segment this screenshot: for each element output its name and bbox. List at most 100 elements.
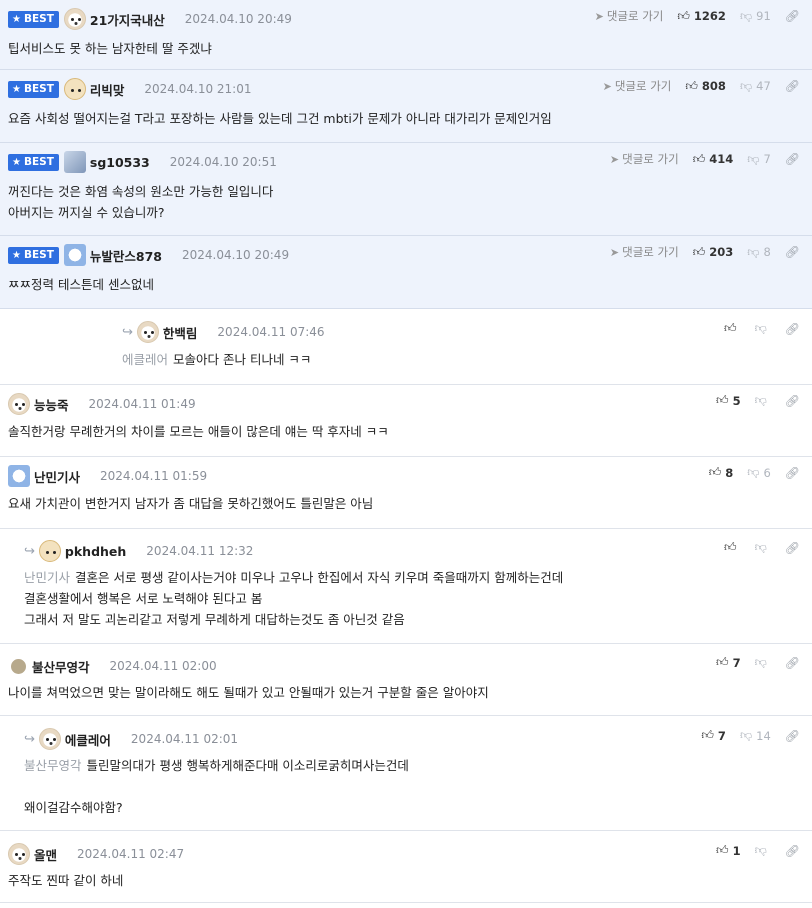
thumbs-up-icon: 👍︎	[708, 465, 722, 479]
nickname[interactable]: 올맨	[34, 845, 57, 864]
comment-actions: 👍︎ 👎︎ 🔗︎	[724, 540, 800, 555]
nickname[interactable]: 난민기사	[34, 467, 80, 486]
upvote-button[interactable]: 👍︎	[724, 321, 741, 336]
comment-body: 요즘 사회성 떨어지는걸 T라고 포장하는 사람들 있는데 그건 mbti가 문…	[8, 111, 552, 126]
comment-date: 2024.04.11 02:47	[77, 847, 185, 861]
upvote-button[interactable]: 👍︎ 203	[693, 245, 734, 260]
link-icon[interactable]: 🔗︎	[785, 394, 800, 408]
downvote-button[interactable]: 👎︎	[755, 321, 771, 336]
comment-body: 꺼진다는 것은 화염 속성의 원소만 가능한 일입니다 아버지는 꺼지실 수 있…	[8, 184, 274, 220]
upvote-button[interactable]: 👍︎ 1	[716, 843, 741, 858]
link-icon[interactable]: 🔗︎	[785, 245, 800, 259]
link-icon[interactable]: 🔗︎	[785, 322, 800, 336]
thumbs-down-icon: 👎︎	[739, 78, 753, 93]
thumbs-up-icon: 👍︎	[677, 8, 690, 23]
comment-item: ↪ pkhdheh 2024.04.11 12:32 난민기사 결혼은 서로 평생…	[0, 529, 812, 644]
upvote-button[interactable]: 👍︎ 7	[701, 728, 726, 743]
thumbs-up-icon: 👍︎	[685, 78, 698, 93]
go-to-reply-link[interactable]: ➤ 댓글로 가기	[610, 244, 679, 260]
avatar[interactable]	[38, 540, 61, 562]
upvote-button[interactable]: 👍︎ 5	[716, 393, 741, 408]
thumbs-down-icon: 👎︎	[739, 728, 753, 742]
comment-body: 에클레어 모솔아다 존나 티나네 ㅋㅋ	[122, 352, 312, 367]
upvote-button[interactable]: 👍︎ 414	[693, 152, 734, 167]
star-icon: ★	[12, 83, 21, 95]
nickname[interactable]: pkhdheh	[65, 544, 126, 559]
downvote-button[interactable]: 👎︎ 6	[747, 465, 771, 480]
downvote-button[interactable]: 👎︎	[755, 393, 771, 408]
downvote-button[interactable]: 👎︎ 8	[747, 245, 771, 260]
avatar[interactable]	[63, 78, 86, 100]
link-icon[interactable]: 🔗︎	[785, 466, 800, 480]
upvote-button[interactable]: 👍︎ 808	[685, 79, 726, 94]
downvote-button[interactable]: 👎︎ 47	[740, 79, 771, 94]
best-badge: ★ BEST	[8, 153, 59, 171]
thumbs-down-icon: 👎︎	[754, 393, 767, 407]
nickname[interactable]: 뉴발란스878	[90, 246, 162, 265]
thumbs-up-icon: 👍︎	[701, 728, 714, 742]
nickname[interactable]: 에클레어	[65, 730, 111, 749]
avatar[interactable]	[136, 321, 159, 343]
comment-item: 올맨 2024.04.11 02:47 주작도 찐따 같이 하네 👍︎ 1 👎︎ …	[0, 831, 812, 903]
mention-tag[interactable]: 에클레어	[122, 352, 168, 367]
downvote-button[interactable]: 👎︎	[755, 655, 771, 670]
mention-tag[interactable]: 불산무영각	[24, 758, 82, 773]
link-icon[interactable]: 🔗︎	[785, 729, 800, 743]
nickname[interactable]: 리빅맞	[90, 80, 125, 99]
downvote-button[interactable]: 👎︎ 14	[740, 728, 771, 743]
avatar[interactable]	[38, 728, 61, 750]
avatar[interactable]	[8, 465, 30, 487]
comment-date: 2024.04.10 20:49	[181, 248, 290, 262]
comment-item: ★ BEST sg10533 2024.04.10 20:51 꺼진다는 것은 화…	[0, 143, 812, 236]
nickname[interactable]: 한백림	[163, 323, 198, 342]
nickname[interactable]: 불산무영각	[32, 657, 90, 676]
avatar[interactable]	[11, 658, 26, 674]
reply-arrow-icon: ↪	[24, 731, 35, 747]
downvote-button[interactable]: 👎︎ 91	[740, 9, 771, 24]
link-icon[interactable]: 🔗︎	[785, 79, 800, 93]
nickname[interactable]: sg10533	[90, 155, 150, 170]
comment-actions: ➤ 댓글로 가기 👍︎ 414 👎︎ 7 🔗︎	[610, 151, 800, 167]
thumbs-up-icon: 👍︎	[724, 540, 737, 554]
avatar[interactable]	[63, 8, 86, 30]
comment-actions: 👍︎ 👎︎ 🔗︎	[724, 321, 800, 336]
link-icon[interactable]: 🔗︎	[785, 152, 800, 166]
thumbs-down-icon: 👎︎	[754, 655, 767, 669]
comment-date: 2024.04.10 21:01	[144, 82, 252, 96]
link-icon[interactable]: 🔗︎	[785, 844, 800, 858]
link-icon[interactable]: 🔗︎	[785, 541, 800, 555]
upvote-button[interactable]: 👍︎ 7	[716, 655, 741, 670]
link-icon[interactable]: 🔗︎	[785, 9, 800, 23]
link-icon[interactable]: 🔗︎	[785, 656, 800, 670]
thumbs-up-icon: 👍︎	[716, 843, 729, 857]
avatar[interactable]	[8, 393, 30, 415]
comment-body: 나이를 쳐먹었으면 맞는 말이라해도 해도 될때가 있고 안될때가 있는거 구분…	[8, 685, 489, 700]
go-to-reply-link[interactable]: ➤ 댓글로 가기	[603, 78, 672, 94]
best-badge: ★ BEST	[8, 246, 59, 264]
mention-tag[interactable]: 난민기사	[24, 570, 70, 585]
upvote-button[interactable]: 👍︎	[724, 540, 741, 555]
upvote-button[interactable]: 👍︎ 8	[709, 465, 734, 480]
comment-actions: 👍︎ 7 👎︎ 14 🔗︎	[701, 728, 800, 743]
thumbs-up-icon: 👍︎	[716, 393, 729, 407]
comment-date: 2024.04.10 20:49	[184, 12, 292, 26]
comment-body: 불산무영각 틀린말의대가 평생 행복하게해준다매 이소리로굵히며사는건데 왜이걸감…	[24, 758, 409, 815]
comment-item: 불산무영각 2024.04.11 02:00 나이를 쳐먹었으면 맞는 말이라해…	[0, 644, 812, 716]
avatar[interactable]	[63, 151, 86, 173]
thumbs-up-icon: 👍︎	[692, 244, 706, 259]
go-to-reply-link[interactable]: ➤ 댓글로 가기	[595, 8, 664, 24]
upvote-button[interactable]: 👍︎ 1262	[677, 9, 726, 24]
downvote-button[interactable]: 👎︎	[755, 540, 771, 555]
nickname[interactable]: 능능죽	[34, 395, 69, 414]
nickname[interactable]: 21가지국내산	[90, 10, 165, 29]
downvote-button[interactable]: 👎︎	[755, 843, 771, 858]
star-icon: ★	[12, 13, 21, 25]
comment-actions: ➤ 댓글로 가기 👍︎ 808 👎︎ 47 🔗︎	[603, 78, 800, 94]
go-to-reply-link[interactable]: ➤ 댓글로 가기	[610, 151, 679, 167]
thumbs-down-icon: 👎︎	[747, 244, 760, 259]
comment-date: 2024.04.10 20:51	[169, 155, 277, 169]
avatar[interactable]	[63, 244, 86, 266]
downvote-button[interactable]: 👎︎ 7	[747, 152, 771, 167]
avatar[interactable]	[8, 843, 30, 865]
thumbs-down-icon: 👎︎	[754, 843, 767, 857]
